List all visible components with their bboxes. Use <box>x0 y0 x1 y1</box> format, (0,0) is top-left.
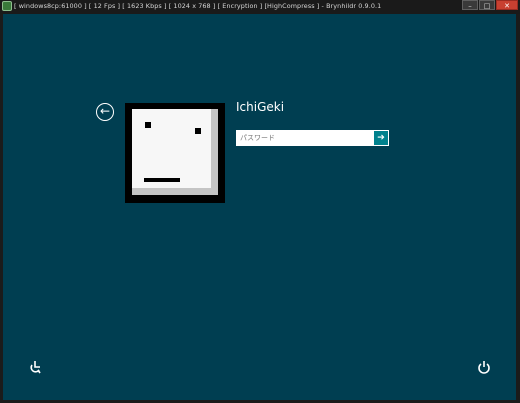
power-icon-svg <box>478 361 490 374</box>
avatar-shadow-right <box>211 109 218 195</box>
avatar-shadow-bottom <box>132 188 218 195</box>
title-bar: [ windows8cp:61000 ] [ 12 Fps ] [ 1623 K… <box>0 0 520 14</box>
avatar-mouth <box>144 178 180 182</box>
remote-desktop-view: ← IchiGeki ➔ <box>3 14 516 400</box>
user-avatar <box>125 103 225 203</box>
close-button[interactable]: ✕ <box>496 0 518 10</box>
password-field: ➔ <box>236 130 389 146</box>
window-controls: – □ ✕ <box>462 0 518 12</box>
username-label: IchiGeki <box>236 100 285 114</box>
password-input[interactable] <box>236 130 373 146</box>
ease-of-access-icon-svg <box>30 361 41 374</box>
ease-of-access-icon[interactable] <box>29 359 43 374</box>
maximize-button[interactable]: □ <box>479 0 495 10</box>
avatar-left-eye <box>145 122 151 128</box>
back-button[interactable]: ← <box>96 103 114 121</box>
avatar-right-eye <box>195 128 201 134</box>
window-title: [ windows8cp:61000 ] [ 12 Fps ] [ 1623 K… <box>14 2 382 10</box>
submit-arrow-button[interactable]: ➔ <box>374 131 388 145</box>
avatar-face <box>132 109 218 195</box>
minimize-button[interactable]: – <box>462 0 478 10</box>
power-icon[interactable] <box>477 359 491 374</box>
app-icon <box>2 1 12 11</box>
